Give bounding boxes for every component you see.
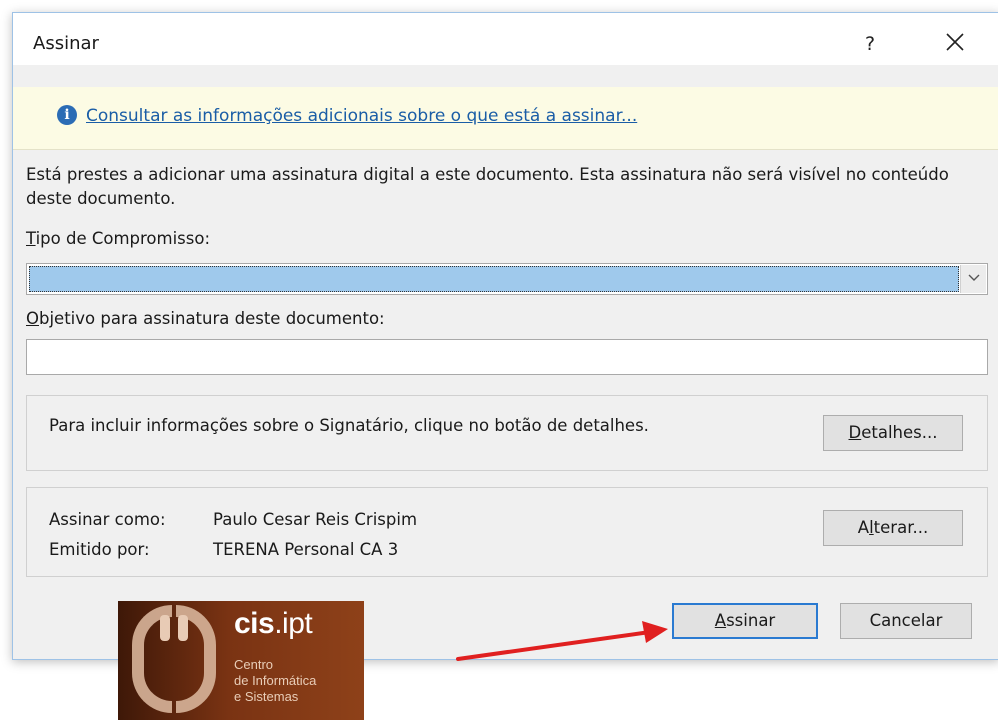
logo-line-2: de Informática <box>234 673 317 688</box>
logo-line-3: e Sistemas <box>234 689 299 704</box>
cis-ipt-logo: cis.ipt Centro de Informática e Sistemas <box>118 601 364 720</box>
logo-line-1: Centro <box>234 657 274 672</box>
logo-brand: cis.ipt <box>234 607 313 640</box>
